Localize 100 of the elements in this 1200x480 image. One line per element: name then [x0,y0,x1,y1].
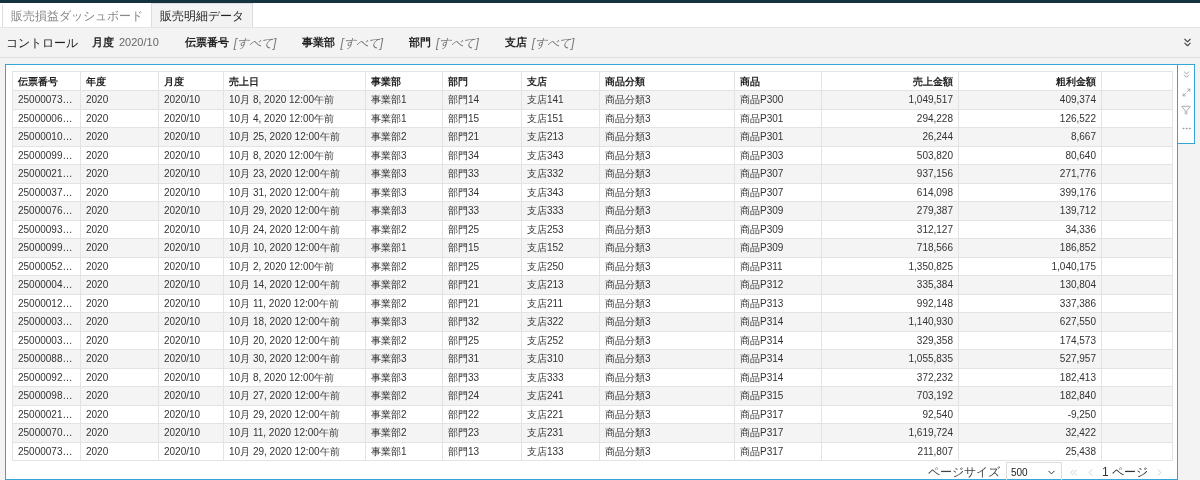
table-cell: 2020 [81,128,159,146]
column-header[interactable]: 粗利金額 [959,72,1102,90]
table-cell: 商品分類3 [600,368,735,386]
table-cell: 商品P314 [735,350,822,368]
controls-title: コントロール [6,34,78,52]
table-cell: 2020/10 [159,424,224,442]
column-header[interactable]: 事業部 [366,72,443,90]
table-cell: 商品P317 [735,405,822,423]
table-cell: 商品分類3 [600,128,735,146]
table-cell: 商品P301 [735,128,822,146]
table-cell: 25000052… [13,257,81,275]
table-cell: 商品P317 [735,442,822,460]
table-cell: 10月 11, 2020 12:00午前 [224,424,366,442]
table-cell: 312,127 [822,220,959,238]
table-cell: 事業部3 [366,146,443,164]
table-cell: 事業部3 [366,183,443,201]
table-cell: 商品分類3 [600,387,735,405]
table-cell: 商品分類3 [600,331,735,349]
table-cell: 部門14 [443,91,522,109]
table-cell: 支店213 [522,276,600,294]
table-cell: 部門34 [443,183,522,201]
table-cell: 80,640 [959,146,1102,164]
table-cell: 10月 4, 2020 12:00午前 [224,109,366,127]
table-cell: 部門33 [443,368,522,386]
table-cell: 1,040,175 [959,257,1102,275]
table-cell: 商品分類3 [600,146,735,164]
table-cell: 10月 2, 2020 12:00午前 [224,257,366,275]
table-cell: 174,573 [959,331,1102,349]
column-header[interactable]: 売上日 [224,72,366,90]
expand-icon[interactable] [1181,36,1194,49]
table-cell: 937,156 [822,165,959,183]
table-cell: 商品分類3 [600,220,735,238]
column-header[interactable]: 年度 [81,72,159,90]
column-header[interactable]: 商品分類 [600,72,735,90]
column-header[interactable]: 月度 [159,72,224,90]
table-cell: 279,387 [822,202,959,220]
table-cell: 2020 [81,424,159,442]
table-cell: 25000010… [13,128,81,146]
column-header[interactable]: 売上金額 [822,72,959,90]
table-cell: 25000006… [13,109,81,127]
column-header[interactable]: 商品 [735,72,822,90]
table-cell: 34,336 [959,220,1102,238]
filter-control[interactable]: 支店 [すべて] [504,33,575,52]
table-cell: 商品P309 [735,202,822,220]
table-cell: 2020 [81,239,159,257]
table-cell: 2020 [81,146,159,164]
table-cell: 支店253 [522,220,600,238]
table-cell: 25000092… [13,368,81,386]
filter-control[interactable]: 伝票番号 [すべて] [184,33,277,52]
table-cell: 事業部2 [366,257,443,275]
table-cell: 支店343 [522,146,600,164]
table-cell: 商品分類3 [600,294,735,312]
table-cell: 商品分類3 [600,183,735,201]
table-cell: 部門21 [443,276,522,294]
table-cell: 事業部2 [366,220,443,238]
table-cell: 130,804 [959,276,1102,294]
table-cell: 294,228 [822,109,959,127]
table-cell: 部門15 [443,239,522,257]
table-cell: 部門25 [443,257,522,275]
table-cell: 1,049,517 [822,91,959,109]
table-cell: 部門23 [443,424,522,442]
table-cell: 337,386 [959,294,1102,312]
table-cell: 32,422 [959,424,1102,442]
table-cell: 支店250 [522,257,600,275]
table-cell: 139,712 [959,202,1102,220]
table-cell: 2020 [81,331,159,349]
table-cell: 2020/10 [159,109,224,127]
table-cell: 支店333 [522,368,600,386]
filter-icon[interactable] [1181,105,1191,115]
table-cell: 事業部2 [366,276,443,294]
filter-control[interactable]: 部門 [すべて] [409,33,479,52]
filter-control[interactable]: 事業部 [すべて] [302,33,384,52]
column-header[interactable]: 伝票番号 [13,72,81,90]
table-cell: 事業部1 [366,239,443,257]
table-cell: 事業部3 [366,313,443,331]
table-cell: 部門33 [443,202,522,220]
table-cell: 10月 8, 2020 12:00午前 [224,91,366,109]
table-cell: 10月 8, 2020 12:00午前 [224,368,366,386]
table-cell: 627,550 [959,313,1102,331]
table-cell: 1,140,930 [822,313,959,331]
table-cell: 支店252 [522,331,600,349]
table-cell: 25000073… [13,442,81,460]
table-cell: 25000073… [13,91,81,109]
column-header[interactable]: 部門 [443,72,522,90]
table-cell: 2020/10 [159,91,224,109]
filter-control[interactable]: 月度 2020/10 [92,34,159,51]
table-cell: 2020/10 [159,405,224,423]
table-cell: 支店332 [522,165,600,183]
table-cell: 支店231 [522,424,600,442]
table-cell: 部門21 [443,128,522,146]
table-cell: 商品P303 [735,146,822,164]
table-cell: 2020/10 [159,257,224,275]
page-size-select[interactable]: 500 [1006,462,1062,480]
table-cell: 商品P311 [735,257,822,275]
table-cell: 409,374 [959,91,1102,109]
table-cell: 2020/10 [159,294,224,312]
page-indicator: 1 ページ [1102,464,1148,480]
tab[interactable]: 販売明細データ [151,3,253,27]
column-header[interactable]: 支店 [522,72,600,90]
table-cell: 2020/10 [159,128,224,146]
